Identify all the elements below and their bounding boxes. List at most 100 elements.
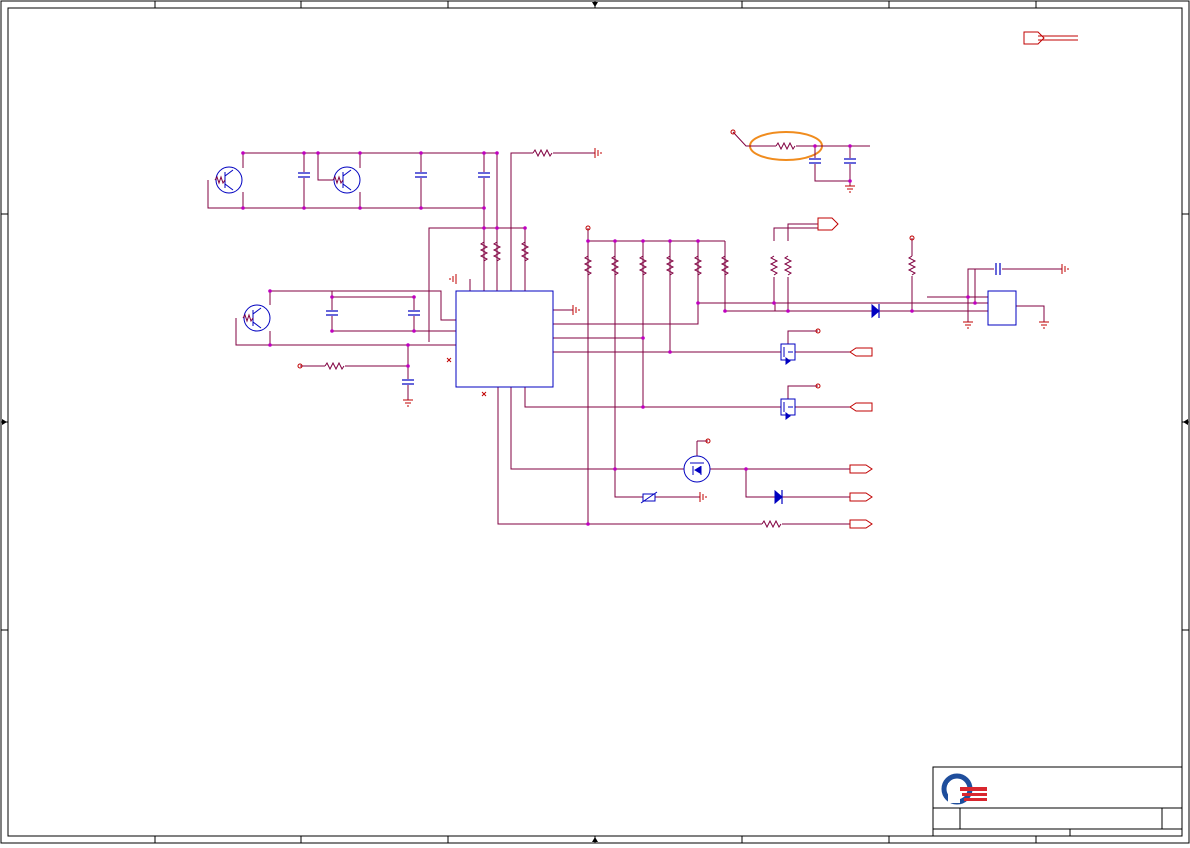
junction-dot: [973, 301, 977, 305]
capacitor-icon: [402, 379, 414, 385]
wire: [497, 387, 762, 525]
ground-icon: [403, 399, 413, 407]
regulator-ic-block: [987, 290, 1017, 326]
company-logo: [941, 773, 987, 805]
junction-dot: [723, 309, 727, 313]
junction-dot: [586, 239, 590, 243]
junction-dot: [268, 289, 272, 293]
junction-dot: [482, 226, 486, 230]
capacitor-icon: [298, 172, 310, 178]
capacitor-icon: [478, 172, 490, 178]
mosfet-icon: [683, 455, 711, 483]
resistor-icon: [907, 255, 917, 276]
npn-transistor-icon: [332, 166, 361, 194]
junction-dot: [419, 151, 423, 155]
wire: [553, 302, 988, 325]
wire: [524, 387, 781, 408]
wire: [510, 387, 684, 470]
junction-dot: [910, 309, 914, 313]
ground-icon: [1039, 321, 1049, 329]
off-page-connector-icon: [849, 492, 873, 502]
resistor-icon: [761, 519, 782, 529]
junction-dot: [412, 295, 416, 299]
junction-dot: [419, 206, 423, 210]
junction-dot: [482, 206, 486, 210]
ground-icon: [845, 185, 855, 193]
junction-dot: [495, 226, 499, 230]
junction-dot: [358, 206, 362, 210]
capacitor-icon: [415, 172, 427, 178]
wire: [614, 241, 643, 498]
ground-icon: [594, 148, 602, 158]
junction-dot: [641, 405, 645, 409]
junction-dot: [330, 295, 334, 299]
junction-dot: [696, 239, 700, 243]
resistor-icon: [775, 141, 796, 151]
junction-dot: [786, 309, 790, 313]
port-group: [849, 347, 873, 529]
junction-dot: [813, 144, 817, 148]
mosfet-icon: [780, 398, 796, 420]
junction-dot: [268, 343, 272, 347]
wire: [510, 152, 533, 291]
schematic-sheet: [0, 0, 1190, 844]
junction-dot: [848, 179, 852, 183]
junction-dot: [613, 467, 617, 471]
diode-icon: [774, 489, 783, 505]
wire: [243, 152, 498, 291]
junction-dot: [406, 343, 410, 347]
wire: [787, 330, 818, 344]
junction-dot: [302, 151, 306, 155]
junction-dot: [330, 329, 334, 333]
wire: [207, 180, 485, 291]
junction-dot: [668, 350, 672, 354]
terminal-group: [297, 129, 915, 444]
junction-dot: [966, 295, 970, 299]
schematic-canvas: [0, 0, 1190, 844]
resistor-icon: [324, 361, 345, 371]
off-page-connector-icon: [849, 402, 873, 412]
sheet-frame: [0, 0, 1190, 844]
junction-dot: [668, 239, 672, 243]
junction-dot: [241, 206, 245, 210]
capacitor-icon: [844, 158, 856, 164]
wire-group: [207, 131, 1062, 525]
center-markers: [2, 2, 1188, 842]
junction-dot: [772, 301, 776, 305]
junction-dot: [613, 239, 617, 243]
junction-dot: [482, 151, 486, 155]
resistor-icon: [769, 255, 779, 276]
wire: [1016, 305, 1045, 322]
main-ic-block: [455, 290, 554, 388]
npn-transistor-icon: [242, 304, 271, 332]
ground-icon: [572, 305, 580, 315]
wire: [317, 153, 333, 181]
wire: [787, 385, 818, 399]
capacitor-icon: [326, 310, 338, 316]
junction-dot: [523, 226, 527, 230]
wire: [745, 469, 775, 498]
wire: [814, 164, 850, 182]
off-page-connector-icon: [849, 519, 873, 529]
net-label-connector-icon: [1023, 31, 1078, 45]
npn-transistor-icon: [214, 166, 243, 194]
junction-dot: [495, 151, 499, 155]
wire: [270, 290, 456, 321]
junction-dot: [316, 151, 320, 155]
junction-dot: [412, 329, 416, 333]
diode-icon: [871, 303, 880, 319]
wire: [787, 223, 818, 241]
ground-icon: [1061, 264, 1069, 274]
off-page-connector-icon: [849, 464, 873, 474]
junction-dot: [406, 364, 410, 368]
off-page-connector-icon: [849, 347, 873, 357]
ground-icon: [449, 274, 457, 284]
wire: [967, 268, 994, 311]
ground-icon: [699, 492, 707, 502]
mosfet-icon: [780, 343, 796, 365]
junction-dot: [848, 144, 852, 148]
junction-dot: [241, 151, 245, 155]
junction-dot: [641, 336, 645, 340]
junction-dot: [586, 522, 590, 526]
wire: [407, 344, 456, 379]
